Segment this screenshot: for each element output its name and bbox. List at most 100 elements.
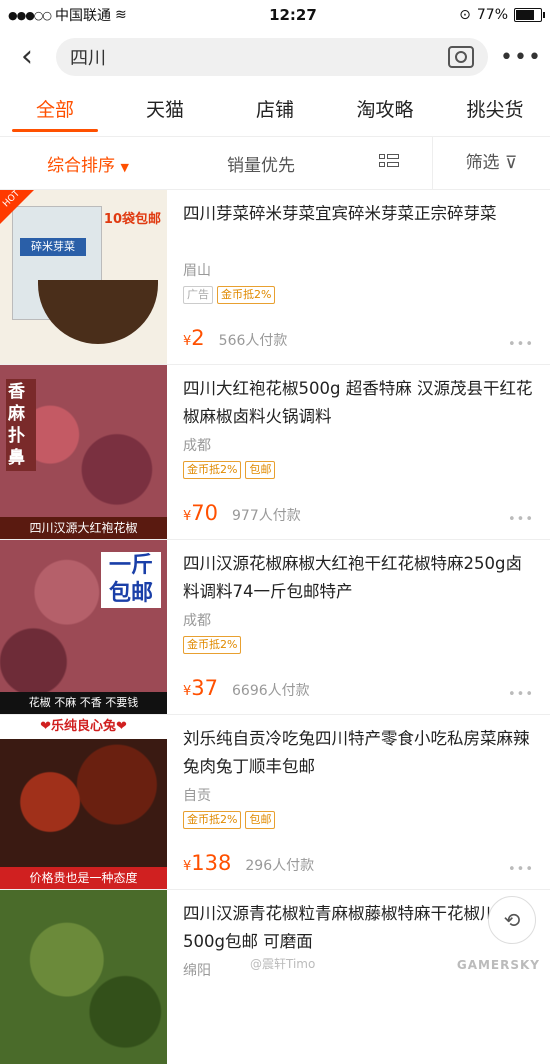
currency-symbol: ¥ [183,334,192,349]
view-toggle-button[interactable] [346,154,432,172]
battery-percent: 77% [476,7,508,23]
rotation-lock-icon: ⊙ [459,7,471,23]
caret-down-icon: ▼ [120,160,129,174]
filter-icon: ⊽ [504,153,518,173]
product-image: ❤乐纯良心兔❤ 价格贵也是一种态度 [0,715,167,889]
product-location: 成都 [183,613,211,629]
price-row: ¥ 70 977人付款 [183,501,301,525]
product-title: 四川汉源花椒麻椒大红袍干红花椒特麻250g卤料调料74一斤包邮特产 [183,554,522,601]
sold-count: 977人付款 [232,508,301,524]
product-item[interactable]: ❤乐纯良心兔❤ 价格贵也是一种态度 刘乐纯自贡冷吃兔四川特产零食小吃私房菜麻辣兔… [0,715,550,890]
status-bar: ●●●○○ 中国联通 ≋ 12:27 ⊙ 77% [0,0,550,30]
sold-count: 566人付款 [218,333,288,349]
clock: 12:27 [269,6,317,24]
bowl-shape [38,280,158,344]
product-price: 70 [191,501,219,525]
item-more-button[interactable]: ••• [508,862,534,877]
coin-discount-tag: 金币抵2% [183,811,242,829]
product-title: 四川汉源青花椒粒青麻椒藤椒特麻干花椒川椒500g包邮 可磨面 [183,904,513,951]
carrier-group: ●●●○○ 中国联通 ≋ [8,5,127,25]
sort-sales-button[interactable]: 销量优先 [176,151,346,176]
product-location: 成都 [183,438,211,454]
battery-group: ⊙ 77% [459,7,545,23]
carrier-label: 中国联通 [55,8,111,24]
wifi-icon: ≋ [115,7,127,23]
currency-symbol: ¥ [183,509,192,524]
product-image: 碎米芽菜 10袋包邮 HOT [0,190,167,364]
product-info: 四川大红袍花椒500g 超香特麻 汉源茂县干红花椒麻椒卤料火锅调料 成都 金币抵… [167,365,550,539]
filter-button[interactable]: 筛选 ⊽ [432,137,550,189]
product-title: 四川大红袍花椒500g 超香特麻 汉源茂县干红花椒麻椒卤料火锅调料 [183,379,533,426]
product-title: 四川芽菜碎米芽菜宜宾碎米芽菜正宗碎芽菜 [183,204,497,223]
product-price: 138 [191,851,232,875]
price-row: ¥ 138 296人付款 [183,851,314,875]
tab-guides[interactable]: 淘攻略 [330,84,440,136]
product-list: 碎米芽菜 10袋包邮 HOT 四川芽菜碎米芽菜宜宾碎米芽菜正宗碎芽菜 眉山 广告… [0,190,550,1064]
currency-symbol: ¥ [183,859,192,874]
free-shipping-tag: 包邮 [245,811,276,829]
coin-discount-tag: 金币抵2% [183,461,242,479]
product-info: 四川汉源花椒麻椒大红袍干红花椒特麻250g卤料调料74一斤包邮特产 成都 金币抵… [167,540,550,714]
thumb-vertical-text: 香麻扑鼻 [6,379,36,471]
price-row: ¥ 37 6696人付款 [183,676,310,700]
item-more-button[interactable]: ••• [508,337,534,352]
product-location: 眉山 [183,263,211,279]
product-tags: 广告 金币抵2% [183,286,538,304]
item-more-button[interactable]: ••• [508,512,534,527]
product-image: 一斤包邮 花椒 不麻 不香 不要钱 [0,540,167,714]
weibo-watermark: @震轩Timo [250,957,316,971]
ad-tag: 广告 [183,286,213,304]
product-location: 自贡 [183,788,211,804]
product-price: 2 [191,326,205,350]
back-button[interactable]: ‹ [10,42,44,72]
list-view-icon [379,154,399,172]
search-input[interactable]: 四川 [56,38,488,76]
product-image [0,890,167,1064]
coin-discount-tag: 金币抵2% [183,636,242,654]
product-title: 刘乐纯自贡冷吃兔四川特产零食小吃私房菜麻辣兔肉兔丁顺丰包邮 [183,729,530,776]
thumb-promo: 10袋包邮 [103,212,161,227]
tab-shops[interactable]: 店铺 [220,84,330,136]
thumb-top-banner: ❤乐纯良心兔❤ [0,715,167,739]
chevron-left-icon: ‹ [21,39,33,74]
thumb-banner: 价格贵也是一种态度 [0,867,167,889]
currency-symbol: ¥ [183,684,192,699]
sold-count: 6696人付款 [232,683,310,699]
signal-icon: ●●●○○ [8,8,52,22]
item-more-button[interactable]: ••• [508,687,534,702]
sold-count: 296人付款 [245,858,315,874]
thumb-label: 碎米芽菜 [20,238,86,256]
product-item[interactable]: 碎米芽菜 10袋包邮 HOT 四川芽菜碎米芽菜宜宾碎米芽菜正宗碎芽菜 眉山 广告… [0,190,550,365]
sort-bar: 综合排序 ▼ 销量优先 筛选 ⊽ [0,137,550,190]
filter-label: 筛选 [465,153,500,173]
tab-tmall[interactable]: 天猫 [110,84,220,136]
search-bar: ‹ 四川 ••• [0,30,550,84]
product-tags: 金币抵2% [183,636,538,654]
rabbit-dish-texture [0,715,167,889]
shopping-bag-icon: ⟲ [503,908,521,932]
tab-premium[interactable]: 挑尖货 [440,84,550,136]
green-pepper-texture [0,890,167,1064]
product-item[interactable]: 四川汉源青花椒粒青麻椒藤椒特麻干花椒川椒500g包邮 可磨面 绵阳 [0,890,550,1064]
thumb-banner: 花椒 不麻 不香 不要钱 [0,692,167,714]
product-price: 37 [191,676,219,700]
product-item[interactable]: 一斤包邮 花椒 不麻 不香 不要钱 四川汉源花椒麻椒大红袍干红花椒特麻250g卤… [0,540,550,715]
product-item[interactable]: 香麻扑鼻 四川汉源大红袍花椒 四川大红袍花椒500g 超香特麻 汉源茂县干红花椒… [0,365,550,540]
free-shipping-tag: 包邮 [245,461,276,479]
product-info: 刘乐纯自贡冷吃兔四川特产零食小吃私房菜麻辣兔肉兔丁顺丰包邮 自贡 金币抵2% 包… [167,715,550,889]
cart-float-button[interactable]: ⟲ [488,896,536,944]
product-image: 香麻扑鼻 四川汉源大红袍花椒 [0,365,167,539]
product-info: 四川芽菜碎米芽菜宜宾碎米芽菜正宗碎芽菜 眉山 广告 金币抵2% ¥ 2 566人… [167,190,550,364]
category-tabs: 全部 天猫 店铺 淘攻略 挑尖货 [0,84,550,137]
sort-default-button[interactable]: 综合排序 ▼ [0,151,176,176]
battery-icon [514,8,545,22]
tab-all[interactable]: 全部 [0,84,110,136]
search-query: 四川 [70,48,106,69]
more-menu-button[interactable]: ••• [500,45,541,70]
coin-discount-tag: 金币抵2% [217,286,276,304]
camera-icon[interactable] [448,46,474,68]
price-row: ¥ 2 566人付款 [183,326,287,350]
product-tags: 金币抵2% 包邮 [183,461,538,479]
site-watermark: GAMERSKY [456,958,540,972]
product-tags: 金币抵2% 包邮 [183,811,538,829]
